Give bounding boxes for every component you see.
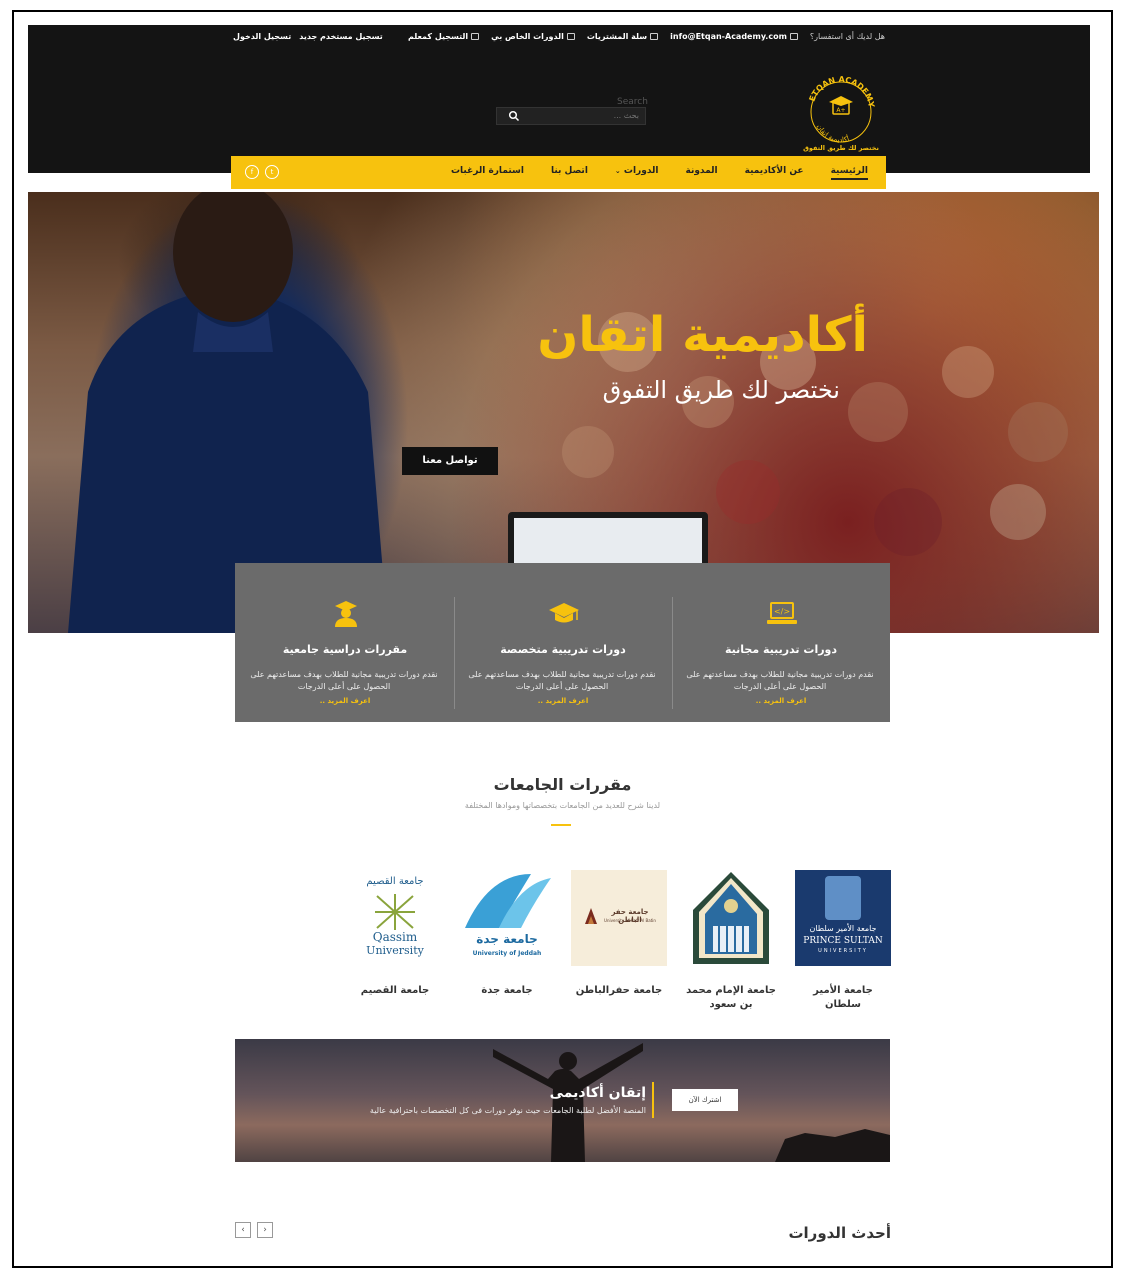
universities-grid: جامعة الأمير سلطان PRINCE SULTAN UNIVERS… [346, 870, 891, 1030]
site-header: هل لديك أى استفسار؟ info@Etqan-Academy.c… [28, 25, 1090, 173]
nav-wishes-form[interactable]: استمارة الرغبات [451, 166, 524, 180]
facebook-icon[interactable]: f [245, 165, 259, 179]
learn-more-link[interactable]: اعرف المزيد .. [454, 697, 672, 705]
chevron-down-icon: ⌄ [614, 167, 621, 175]
hafr-al-batin-logo: جامعة حفر الباطن University of Hafr Al B… [571, 870, 667, 966]
next-arrow-icon[interactable]: › [257, 1222, 273, 1238]
university-card[interactable]: جامعة القصيم Qassim University جامعة الق… [347, 870, 443, 998]
qassim-university-logo: جامعة القصيم Qassim University [347, 870, 443, 966]
university-name: جامعة حفرالباطن [575, 985, 663, 996]
login-link[interactable]: تسجيل الدخول [233, 32, 291, 41]
prince-sultan-logo: جامعة الأمير سلطان PRINCE SULTAN UNIVERS… [795, 870, 891, 966]
feature-description: نقدم دورات تدريبية مجانية للطلاب بهدف مس… [250, 670, 438, 691]
university-card[interactable]: جامعة جدة University of Jeddah جامعة جدة [459, 870, 555, 998]
feature-title: مقررات دراسية جامعية [282, 643, 408, 656]
hero-title: أكاديمية اتقان [537, 307, 868, 363]
my-courses-link[interactable]: الدورات الخاص بي [491, 32, 575, 41]
top-bar: هل لديك أى استفسار؟ info@Etqan-Academy.c… [233, 25, 885, 49]
university-name: جامعة الإمام محمد بن سعود [686, 985, 776, 1010]
inquiry-text: هل لديك أى استفسار؟ [809, 32, 885, 41]
university-name: جامعة الأمير سلطان [813, 985, 873, 1010]
feature-description: نقدم دورات تدريبية مجانية للطلاب بهدف مس… [686, 670, 874, 691]
nav-contact[interactable]: اتصل بنا [551, 166, 588, 180]
university-card[interactable]: جامعة الإمام محمد بن سعود [683, 870, 779, 1012]
email-link[interactable]: info@Etqan-Academy.com [670, 32, 798, 41]
rock-silhouette [775, 1129, 890, 1162]
university-name: جامعة جدة [481, 985, 533, 996]
feature-title: دورات تدريبية مجانية [724, 643, 838, 656]
svg-text:A+: A+ [836, 107, 845, 114]
banner-description: المنصة الأفضل لطلبة الجامعات حيث نوفر دو… [369, 1106, 646, 1115]
jeddah-university-logo: جامعة جدة University of Jeddah [459, 870, 555, 966]
feature-title: دورات تدريبية متخصصة [500, 643, 626, 656]
teacher-signup-link[interactable]: التسجيل كمعلم [408, 32, 480, 41]
signup-icon [471, 33, 480, 40]
prev-arrow-icon[interactable]: ‹ [235, 1222, 251, 1238]
university-card[interactable]: جامعة حفر الباطن University of Hafr Al B… [571, 870, 667, 998]
search-label: Search [617, 97, 648, 107]
logo-text-ar: أكاديمية اتقان [815, 123, 850, 144]
new-user-link[interactable]: تسجيل مستخدم جديد [299, 32, 383, 41]
nav-home[interactable]: الرئيسية [830, 166, 868, 180]
twitter-icon[interactable]: t [265, 165, 279, 179]
envelope-icon [789, 33, 798, 40]
features-panel: </> دورات تدريبية مجانية نقدم دورات تدري… [235, 563, 890, 722]
nav-blog[interactable]: المدونة [686, 166, 718, 180]
universities-subtitle: لدينا شرح للعديد من الجامعات بتخصصاتها و… [464, 801, 661, 810]
feature-free-courses: </> دورات تدريبية مجانية نقدم دورات تدري… [672, 563, 890, 722]
academy-logo[interactable]: ETQAN ACADEMY A+ أكاديمية اتقان نختصر لك… [803, 72, 879, 152]
page-frame: هل لديك أى استفسار؟ info@Etqan-Academy.c… [12, 10, 1113, 1268]
logo-tagline: نختصر لك طريق التفوق [803, 144, 879, 152]
graduate-student-icon [335, 601, 357, 627]
learn-more-link[interactable]: اعرف المزيد .. [236, 697, 454, 705]
latest-courses-title: أحدث الدورات [788, 1224, 891, 1242]
contact-us-button[interactable]: تواصل معنا [402, 447, 498, 475]
feature-university-courses: مقررات دراسية جامعية نقدم دورات تدريبية … [236, 563, 454, 722]
learn-more-link[interactable]: اعرف المزيد .. [672, 697, 890, 705]
main-nav: الرئيسية عن الأكاديمية المدونة الدورات ⌄… [231, 156, 886, 189]
cart-icon [650, 33, 659, 40]
laptop-code-icon: </> [767, 602, 797, 624]
book-icon [566, 33, 575, 40]
universities-title: مقررات الجامعات [493, 775, 632, 794]
svg-text:</>: </> [774, 607, 790, 616]
university-name: جامعة القصيم [360, 985, 430, 996]
feature-specialized-courses: دورات تدريبية متخصصة نقدم دورات تدريبية … [454, 563, 672, 722]
cart-link[interactable]: سلة المشتريات [587, 32, 659, 41]
search-icon[interactable] [508, 110, 520, 122]
nav-courses[interactable]: الدورات ⌄ [615, 166, 659, 180]
nav-about[interactable]: عن الأكاديمية [745, 166, 804, 180]
promo-banner: إتقان أكاديمى المنصة الأفضل لطلبة الجامع… [235, 1039, 890, 1162]
carousel-controls: ‹ › [235, 1222, 273, 1238]
title-underline [551, 824, 571, 826]
hero-subtitle: نختصر لك طريق التفوق [602, 376, 840, 404]
university-card[interactable]: جامعة الأمير سلطان PRINCE SULTAN UNIVERS… [795, 870, 891, 1012]
svg-text:أكاديمية اتقان: أكاديمية اتقان [815, 123, 850, 144]
banner-title: إتقان أكاديمى [549, 1085, 646, 1101]
subscribe-now-button[interactable]: اشترك الآن [672, 1089, 738, 1111]
graduation-cap-icon [549, 603, 579, 623]
imam-university-logo [683, 870, 779, 966]
feature-description: نقدم دورات تدريبية مجانية للطلاب بهدف مس… [468, 670, 656, 691]
banner-accent-bar [652, 1082, 654, 1118]
